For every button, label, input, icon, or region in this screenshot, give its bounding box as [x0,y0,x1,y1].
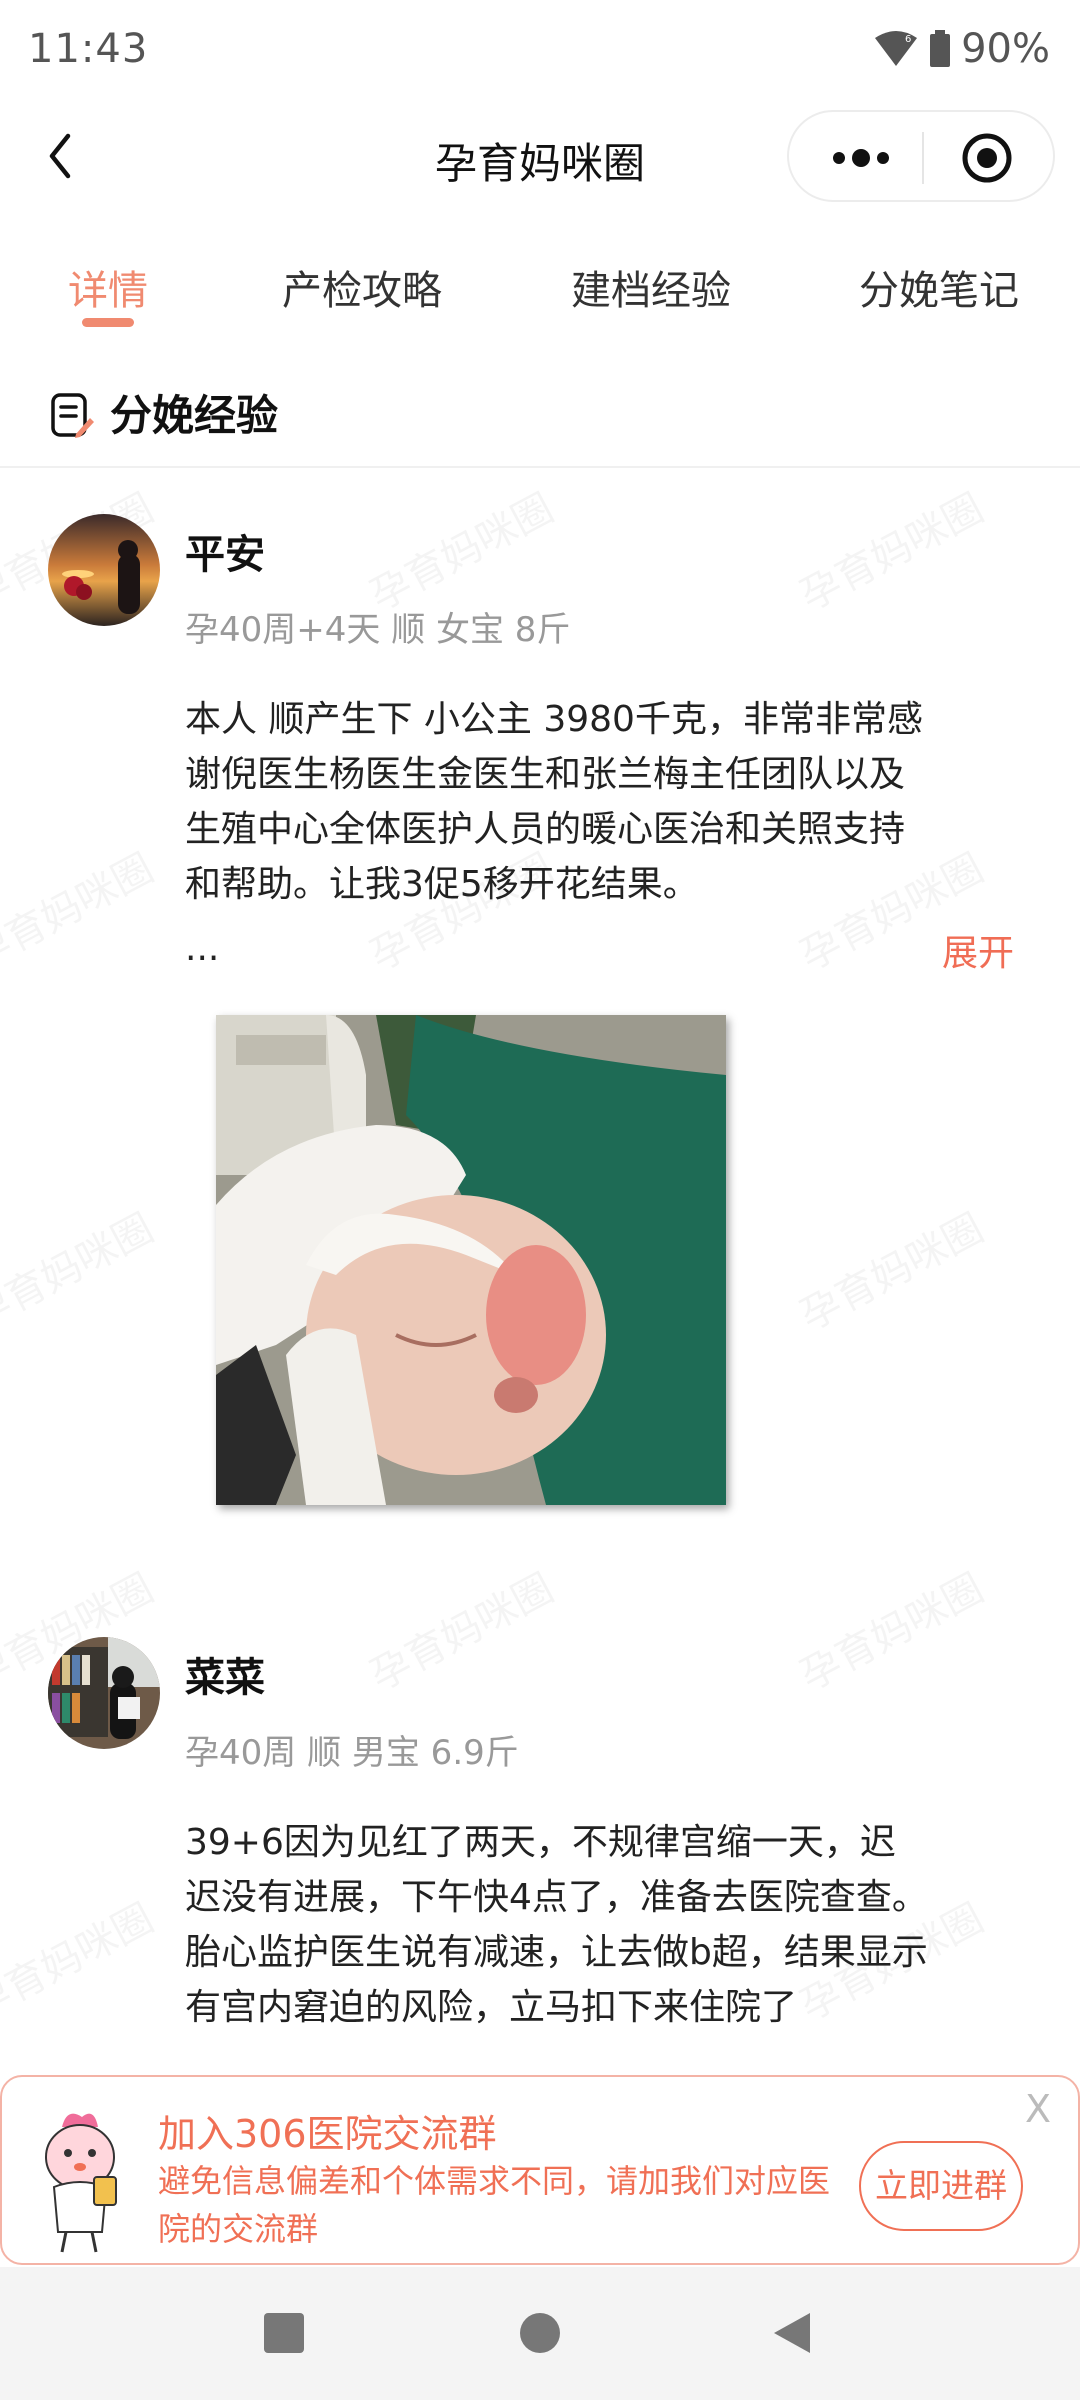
recents-square-icon[interactable] [262,2311,306,2355]
post-meta: 孕40周+4天 顺 女宝 8斤 [185,610,571,650]
post-card: 平安 孕40周+4天 顺 女宝 8斤 本人 顺产生下 小公主 3980千克，非常… [0,470,1080,1520]
expand-link[interactable]: 展开 [942,924,1014,976]
join-group-banner[interactable]: 加入306医院交流群 避免信息偏差和个体需求不同，请加我们对应医院的交流群 立即… [0,2075,1080,2265]
note-edit-icon [51,393,94,438]
home-circle-icon[interactable] [518,2311,562,2355]
more-dots-icon[interactable] [829,140,893,176]
tab-details[interactable]: 详情 [68,258,148,316]
mini-program-capsule [787,110,1055,202]
app-page: 孕育妈咪圈 孕育妈咪圈 孕育妈咪圈 孕育妈咪圈 孕育妈咪圈 孕育妈咪圈 孕育妈咪… [0,0,1080,2400]
battery-icon [930,30,951,67]
tab-prenatal-guide[interactable]: 产检攻略 [282,258,442,316]
avatar-bookstore-image [48,1637,160,1749]
avatar[interactable] [48,514,160,626]
banner-description: 避免信息偏差和个体需求不同，请加我们对应医院的交流群 [158,2162,831,2248]
avatar-sunset-image [48,514,160,626]
banner-close-button[interactable]: X [1025,2087,1051,2131]
post-meta: 孕40周 顺 男宝 6.9斤 [185,1733,519,1773]
active-tab-indicator [82,318,134,327]
tab-delivery-notes[interactable]: 分娩笔记 [859,258,1019,316]
join-group-button[interactable]: 立即进群 [859,2141,1023,2231]
system-nav-bar [0,2267,1080,2400]
mascot-icon [45,2113,117,2253]
post-photo[interactable] [216,1015,726,1505]
status-time: 11:43 [28,26,149,72]
svg-text:6: 6 [905,34,911,45]
post-username[interactable]: 平安 [185,522,265,580]
section-header: 分娩经验 [0,360,1080,468]
tab-bar: 详情 产检攻略 建档经验 分娩笔记 [0,240,1080,340]
tab-registration-experience[interactable]: 建档经验 [571,258,731,316]
newborn-photo [216,1015,726,1505]
battery-percent: 90% [961,26,1050,72]
capsule-divider [922,132,924,184]
avatar[interactable] [48,1637,160,1749]
status-bar: 11:43 6 90% [0,0,1080,100]
post-body: 本人 顺产生下 小公主 3980千克，非常非常感谢倪医生杨医生金医生和张兰梅主任… [185,699,923,905]
section-title: 分娩经验 [110,391,279,440]
nav-bar: 孕育妈咪圈 [0,100,1080,212]
back-triangle-icon[interactable] [770,2311,814,2355]
post-card: 菜菜 孕40周 顺 男宝 6.9斤 39+6因为见红了两天，不规律宫缩一天，迟迟… [0,1593,1080,2073]
post-body: 39+6因为见红了两天，不规律宫缩一天，迟迟没有进展，下午快4点了，准备去医院查… [185,1822,928,2028]
banner-title: 加入306医院交流群 [158,2112,497,2156]
post-username[interactable]: 菜菜 [185,1645,265,1703]
status-indicators: 6 90% [873,26,1050,72]
wifi-icon: 6 [875,31,918,66]
post-ellipsis: ... [185,928,220,969]
target-close-icon[interactable] [961,132,1013,184]
